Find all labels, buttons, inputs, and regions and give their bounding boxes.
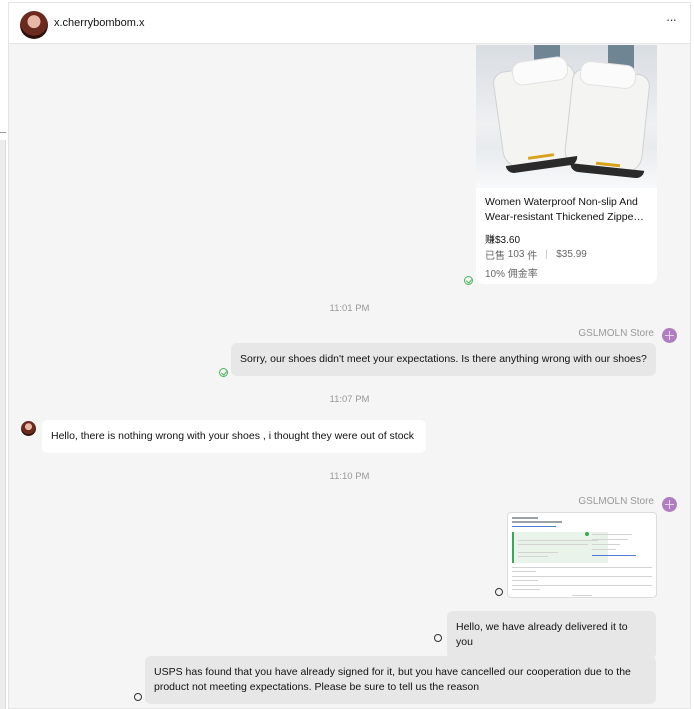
left-panel-edge (0, 0, 8, 709)
image-detail (512, 532, 608, 563)
sent-check-icon (219, 368, 228, 377)
earn-value: $3.60 (495, 235, 521, 246)
store-avatar[interactable] (662, 497, 677, 512)
message-list[interactable]: Women Waterproof Non-slip And Wear-resis… (9, 45, 690, 709)
sold-row: 已售 103 件 $35.99 (485, 247, 648, 262)
user-avatar[interactable] (21, 421, 36, 436)
image-detail (592, 534, 632, 535)
user-avatar[interactable] (20, 11, 48, 39)
chat-username[interactable]: x.cherrybombom.x (54, 17, 144, 29)
image-detail (512, 580, 538, 581)
image-detail (572, 595, 592, 596)
message-bubble-store[interactable]: Sorry, our shoes didn't meet your expect… (231, 343, 656, 376)
message-bubble-store[interactable]: USPS has found that you have already sig… (145, 656, 656, 704)
image-detail (592, 544, 620, 545)
image-detail (518, 552, 558, 553)
chat-header: x.cherrybombom.x ··· (9, 3, 690, 44)
product-price: $35.99 (556, 249, 587, 260)
image-detail (512, 521, 562, 523)
store-avatar[interactable] (662, 328, 677, 343)
timestamp: 11:10 PM (329, 471, 370, 482)
image-detail (518, 556, 548, 557)
pending-icon (134, 693, 142, 701)
more-options-icon[interactable]: ··· (666, 12, 677, 27)
timestamp: 11:01 PM (329, 303, 370, 314)
chat-window: x.cherrybombom.x ··· Women Waterproof No… (8, 2, 691, 709)
commission-label: 佣金率 (507, 269, 538, 280)
image-detail (592, 555, 636, 556)
product-card[interactable]: Women Waterproof Non-slip And Wear-resis… (476, 45, 657, 284)
sender-name: GSLMOLN Store (578, 328, 654, 339)
product-image[interactable] (476, 45, 657, 188)
sold-unit: 件 (527, 251, 538, 262)
timestamp: 11:07 PM (329, 394, 370, 405)
image-detail (585, 532, 589, 536)
image-detail (512, 526, 556, 527)
sender-name: GSLMOLN Store (578, 496, 654, 507)
image-detail (592, 539, 628, 540)
earn-label: 赚 (485, 235, 495, 246)
product-info: Women Waterproof Non-slip And Wear-resis… (476, 188, 657, 280)
sent-check-icon (464, 276, 473, 285)
image-detail (512, 585, 652, 586)
pending-icon (495, 588, 503, 596)
image-detail (512, 576, 652, 577)
sold-count: 103 (507, 249, 525, 260)
tracking-screenshot[interactable] (507, 512, 657, 598)
panel-edge-tick (0, 132, 6, 133)
scrollbar-rail[interactable] (0, 140, 6, 709)
image-detail (518, 544, 588, 545)
image-detail (592, 549, 616, 550)
commission-row: 10% 佣金率 (485, 265, 648, 280)
sold-label: 已售 (485, 251, 505, 262)
image-detail (512, 567, 652, 568)
image-detail (512, 517, 538, 519)
message-bubble-user[interactable]: Hello, there is nothing wrong with your … (42, 420, 426, 453)
product-title[interactable]: Women Waterproof Non-slip And Wear-resis… (485, 195, 648, 225)
message-bubble-store[interactable]: Hello, we have already delivered it to y… (447, 611, 656, 659)
image-detail (518, 540, 598, 541)
pending-icon (434, 634, 442, 642)
divider (546, 250, 548, 259)
image-detail (512, 571, 536, 572)
commission-value: 10% (485, 269, 506, 280)
earn-row: 赚$3.60 (485, 231, 648, 246)
image-detail (512, 589, 540, 590)
